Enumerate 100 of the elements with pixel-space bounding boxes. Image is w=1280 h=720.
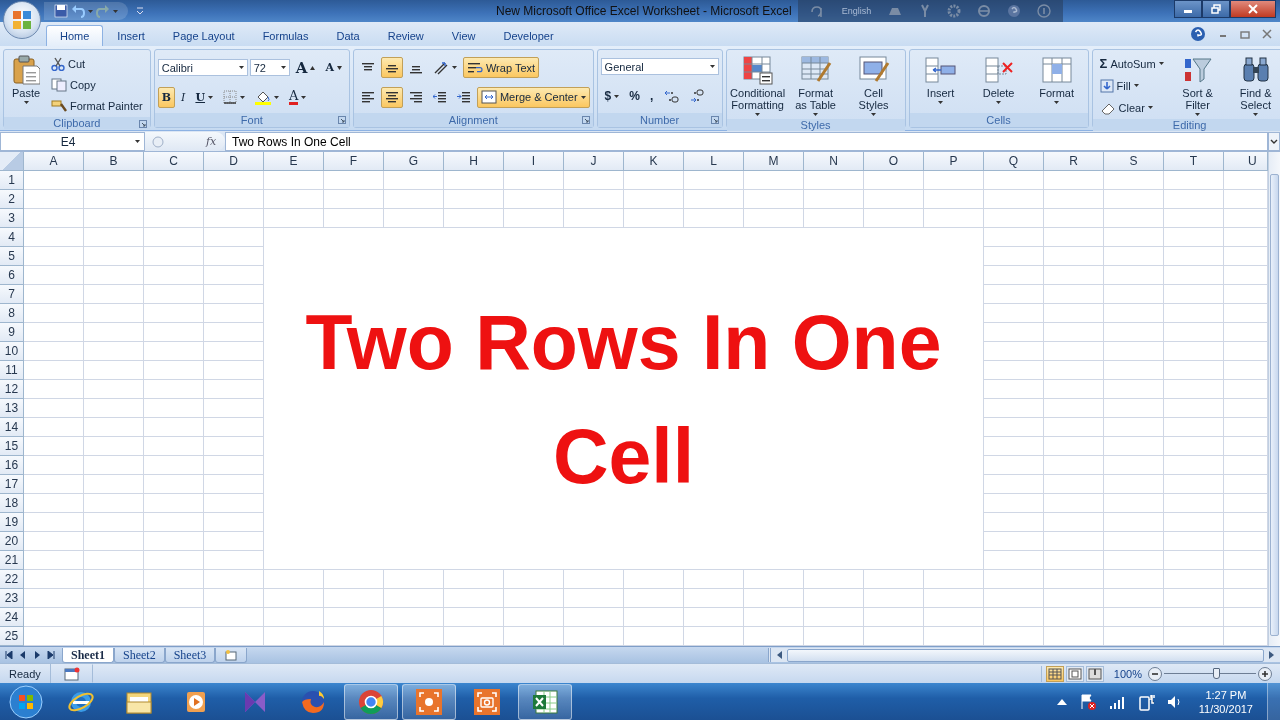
table-cell[interactable] — [984, 608, 1044, 627]
table-cell[interactable] — [864, 570, 924, 589]
conditional-formatting-button[interactable]: Conditional Formatting — [729, 52, 786, 119]
table-cell[interactable] — [1164, 418, 1224, 437]
table-cell[interactable] — [1164, 551, 1224, 570]
table-cell[interactable] — [24, 399, 84, 418]
undo-icon[interactable] — [71, 4, 85, 18]
table-cell[interactable] — [84, 570, 144, 589]
wrap-text-button[interactable]: Wrap Text — [462, 57, 540, 79]
table-cell[interactable] — [24, 570, 84, 589]
table-cell[interactable] — [1104, 323, 1164, 342]
find-select-button[interactable]: Find & Select — [1227, 52, 1280, 119]
row-header[interactable]: 11 — [0, 361, 24, 380]
table-cell[interactable] — [624, 190, 684, 209]
table-cell[interactable] — [204, 266, 264, 285]
column-header[interactable]: M — [744, 152, 804, 171]
merge-center-button[interactable]: Merge & Center — [476, 86, 590, 108]
column-header[interactable]: S — [1104, 152, 1164, 171]
table-cell[interactable] — [1104, 380, 1164, 399]
table-cell[interactable] — [24, 247, 84, 266]
table-cell[interactable] — [1104, 247, 1164, 266]
table-cell[interactable] — [1104, 475, 1164, 494]
column-header[interactable]: Q — [984, 152, 1044, 171]
table-cell[interactable] — [924, 190, 984, 209]
previous-sheet-icon[interactable] — [19, 651, 27, 659]
table-cell[interactable] — [1104, 304, 1164, 323]
table-cell[interactable] — [864, 608, 924, 627]
table-cell[interactable] — [504, 190, 564, 209]
percent-button[interactable]: % — [625, 85, 644, 107]
table-cell[interactable] — [144, 475, 204, 494]
table-cell[interactable] — [1044, 342, 1104, 361]
table-cell[interactable] — [24, 532, 84, 551]
insert-sheet-button[interactable] — [215, 647, 248, 663]
table-cell[interactable] — [24, 380, 84, 399]
column-header[interactable]: J — [564, 152, 624, 171]
delete-cells-button[interactable]: Delete — [970, 52, 1027, 113]
table-cell[interactable] — [144, 323, 204, 342]
table-cell[interactable] — [984, 228, 1044, 247]
row-header[interactable]: 23 — [0, 589, 24, 608]
table-cell[interactable] — [1044, 532, 1104, 551]
table-cell[interactable] — [24, 190, 84, 209]
row-header[interactable]: 3 — [0, 209, 24, 228]
table-cell[interactable] — [1164, 190, 1224, 209]
table-cell[interactable] — [984, 399, 1044, 418]
sheet-tab[interactable]: Sheet2 — [114, 647, 165, 663]
table-cell[interactable] — [1044, 380, 1104, 399]
table-cell[interactable] — [24, 494, 84, 513]
table-cell[interactable] — [444, 570, 504, 589]
table-cell[interactable] — [1104, 190, 1164, 209]
table-cell[interactable] — [204, 285, 264, 304]
row-header[interactable]: 22 — [0, 570, 24, 589]
table-cell[interactable] — [1164, 266, 1224, 285]
table-cell[interactable] — [144, 190, 204, 209]
column-header[interactable]: U — [1224, 152, 1268, 171]
table-cell[interactable] — [84, 266, 144, 285]
column-header[interactable]: T — [1164, 152, 1224, 171]
table-cell[interactable] — [684, 608, 744, 627]
table-cell[interactable] — [1044, 399, 1104, 418]
paste-button[interactable]: Paste — [7, 52, 45, 117]
cell-styles-button[interactable]: Cell Styles — [845, 52, 902, 119]
table-cell[interactable] — [984, 247, 1044, 266]
grow-font-button[interactable]: A — [291, 57, 320, 79]
table-cell[interactable] — [1164, 285, 1224, 304]
row-header[interactable]: 14 — [0, 418, 24, 437]
table-cell[interactable] — [984, 551, 1044, 570]
table-cell[interactable] — [1164, 399, 1224, 418]
column-header[interactable]: N — [804, 152, 864, 171]
dialog-launcher-icon[interactable] — [710, 116, 719, 124]
table-cell[interactable] — [804, 570, 864, 589]
row-header[interactable]: 25 — [0, 627, 24, 646]
row-header[interactable]: 15 — [0, 437, 24, 456]
table-cell[interactable] — [84, 475, 144, 494]
sort-filter-button[interactable]: Sort & Filter — [1169, 52, 1226, 119]
table-cell[interactable] — [204, 380, 264, 399]
table-cell[interactable] — [504, 171, 564, 190]
table-cell[interactable] — [984, 171, 1044, 190]
table-cell[interactable] — [1164, 361, 1224, 380]
fill-button[interactable]: Fill — [1095, 75, 1143, 96]
table-cell[interactable] — [84, 247, 144, 266]
normal-view-button[interactable] — [1045, 665, 1064, 682]
table-cell[interactable] — [1044, 513, 1104, 532]
table-cell[interactable] — [1044, 228, 1104, 247]
table-cell[interactable] — [804, 171, 864, 190]
vertical-scrollbar[interactable] — [1268, 152, 1280, 646]
dialog-launcher-icon[interactable] — [581, 116, 590, 124]
table-cell[interactable] — [204, 418, 264, 437]
table-cell[interactable] — [204, 570, 264, 589]
table-cell[interactable] — [84, 323, 144, 342]
table-cell[interactable] — [1164, 171, 1224, 190]
table-cell[interactable] — [504, 589, 564, 608]
table-cell[interactable] — [324, 589, 384, 608]
column-header[interactable]: C — [144, 152, 204, 171]
close-button[interactable] — [1230, 0, 1276, 18]
row-header[interactable]: 9 — [0, 323, 24, 342]
slider-thumb[interactable] — [1212, 667, 1220, 679]
zoom-out-button[interactable] — [1148, 666, 1162, 681]
table-cell[interactable] — [564, 190, 624, 209]
table-cell[interactable] — [1044, 190, 1104, 209]
row-header[interactable]: 17 — [0, 475, 24, 494]
up-arrow-icon[interactable] — [1056, 699, 1067, 705]
